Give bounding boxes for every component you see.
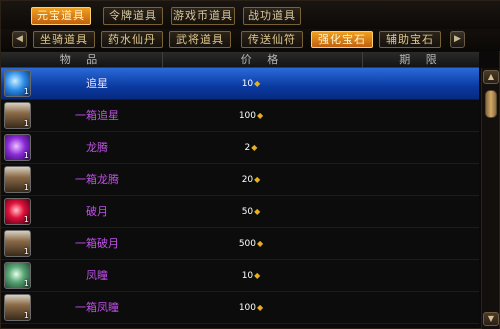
- ingot-icon: ◆: [254, 175, 261, 184]
- chest-icon: 1: [4, 230, 31, 257]
- price-value: 10: [241, 79, 254, 89]
- item-name: 一箱破月: [75, 237, 119, 250]
- tab-yuanbao-items[interactable]: 元宝道具: [31, 7, 91, 25]
- ingot-icon: ◆: [254, 271, 261, 280]
- subtab-enhance-gems[interactable]: 强化宝石: [311, 31, 373, 48]
- item-name: 一箱追星: [75, 109, 119, 122]
- chest-icon: 1: [4, 166, 31, 193]
- list-item[interactable]: 1 一箱破月 500◆: [1, 228, 479, 260]
- tab-scroll-left-button[interactable]: ◀: [12, 31, 27, 48]
- item-name: 一箱凤瞳: [75, 301, 119, 314]
- item-quantity: 1: [23, 183, 29, 192]
- price-value: 100: [238, 303, 257, 313]
- price-value: 20: [241, 175, 254, 185]
- item-price: 2◆: [201, 132, 301, 163]
- scroll-up-button[interactable]: ▲: [483, 70, 499, 84]
- ingot-icon: ◆: [254, 79, 261, 88]
- ingot-icon: ◆: [257, 239, 264, 248]
- chest-icon: 1: [4, 294, 31, 321]
- item-price: 100◆: [201, 292, 301, 323]
- item-price: 10◆: [201, 260, 301, 291]
- item-price: 100◆: [201, 100, 301, 131]
- list-item[interactable]: 1 破月 50◆: [1, 196, 479, 228]
- item-price: 50◆: [201, 196, 301, 227]
- item-quantity: 1: [23, 215, 29, 224]
- list-item[interactable]: 1 一箱龙腾 20◆: [1, 164, 479, 196]
- item-price: 20◆: [201, 164, 301, 195]
- ingot-icon: ◆: [257, 303, 264, 312]
- list-item[interactable]: 1 追星 10◆: [1, 68, 479, 100]
- item-name: 龙腾: [86, 141, 108, 154]
- item-price: 10◆: [201, 68, 301, 99]
- shop-window: 元宝道具 令牌道具 游戏币道具 战功道具 ◀ 坐骑道具 药水仙丹 武将道具 传送…: [0, 0, 500, 329]
- item-name: 一箱龙腾: [75, 173, 119, 186]
- scroll-down-button[interactable]: ▼: [483, 312, 499, 326]
- item-list: 1 追星 10◆ 1 一箱追星 100◆ 1 龙腾 2◆ 1 一箱龙腾 20◆ …: [1, 68, 479, 329]
- list-scrollbar[interactable]: ▲ ▼: [481, 68, 499, 329]
- price-value: 10: [241, 271, 254, 281]
- green-gem-icon: 1: [4, 262, 31, 289]
- subtab-support-gems[interactable]: 辅助宝石: [379, 31, 441, 48]
- column-duration: 期 限: [399, 53, 443, 66]
- subtab-teleport-talismans[interactable]: 传送仙符: [241, 31, 303, 48]
- item-name: 凤瞳: [86, 269, 108, 282]
- red-gem-icon: 1: [4, 198, 31, 225]
- chest-icon: 1: [4, 102, 31, 129]
- list-header: 物 品 价 格 期 限: [1, 52, 479, 68]
- column-price: 价 格: [163, 52, 363, 68]
- ingot-icon: ◆: [251, 143, 258, 152]
- item-quantity: 1: [23, 247, 29, 256]
- scroll-thumb[interactable]: [485, 90, 497, 118]
- item-name: 追星: [86, 77, 108, 90]
- price-value: 50: [241, 207, 254, 217]
- item-quantity: 1: [23, 151, 29, 160]
- price-value: 100: [238, 111, 257, 121]
- purple-gem-icon: 1: [4, 134, 31, 161]
- tab-token-items[interactable]: 令牌道具: [103, 7, 163, 25]
- list-item[interactable]: 1 一箱追星 100◆: [1, 100, 479, 132]
- category-tab-bar: 元宝道具 令牌道具 游戏币道具 战功道具: [1, 1, 500, 29]
- item-price: 500◆: [201, 228, 301, 259]
- tab-scroll-right-button[interactable]: ▶: [450, 31, 465, 48]
- ingot-icon: ◆: [257, 111, 264, 120]
- subtab-general-items[interactable]: 武将道具: [169, 31, 231, 48]
- item-quantity: 1: [23, 87, 29, 96]
- item-quantity: 1: [23, 311, 29, 320]
- tab-game-coin-items[interactable]: 游戏币道具: [171, 7, 235, 25]
- price-value: 500: [238, 239, 257, 249]
- item-name: 破月: [86, 205, 108, 218]
- item-quantity: 1: [23, 119, 29, 128]
- list-item[interactable]: 1 龙腾 2◆: [1, 132, 479, 164]
- list-item[interactable]: 1 凤瞳 10◆: [1, 260, 479, 292]
- subtab-potions[interactable]: 药水仙丹: [101, 31, 163, 48]
- column-item: 物 品: [1, 52, 163, 68]
- blue-gem-icon: 1: [4, 70, 31, 97]
- subtab-mount-items[interactable]: 坐骑道具: [33, 31, 95, 48]
- item-quantity: 1: [23, 279, 29, 288]
- tab-merit-items[interactable]: 战功道具: [243, 7, 301, 25]
- ingot-icon: ◆: [254, 207, 261, 216]
- subcategory-tab-bar: ◀ 坐骑道具 药水仙丹 武将道具 传送仙符 强化宝石 辅助宝石 ▶: [1, 29, 500, 51]
- list-item[interactable]: 1 一箱凤瞳 100◆: [1, 292, 479, 324]
- price-value: 2: [244, 143, 251, 153]
